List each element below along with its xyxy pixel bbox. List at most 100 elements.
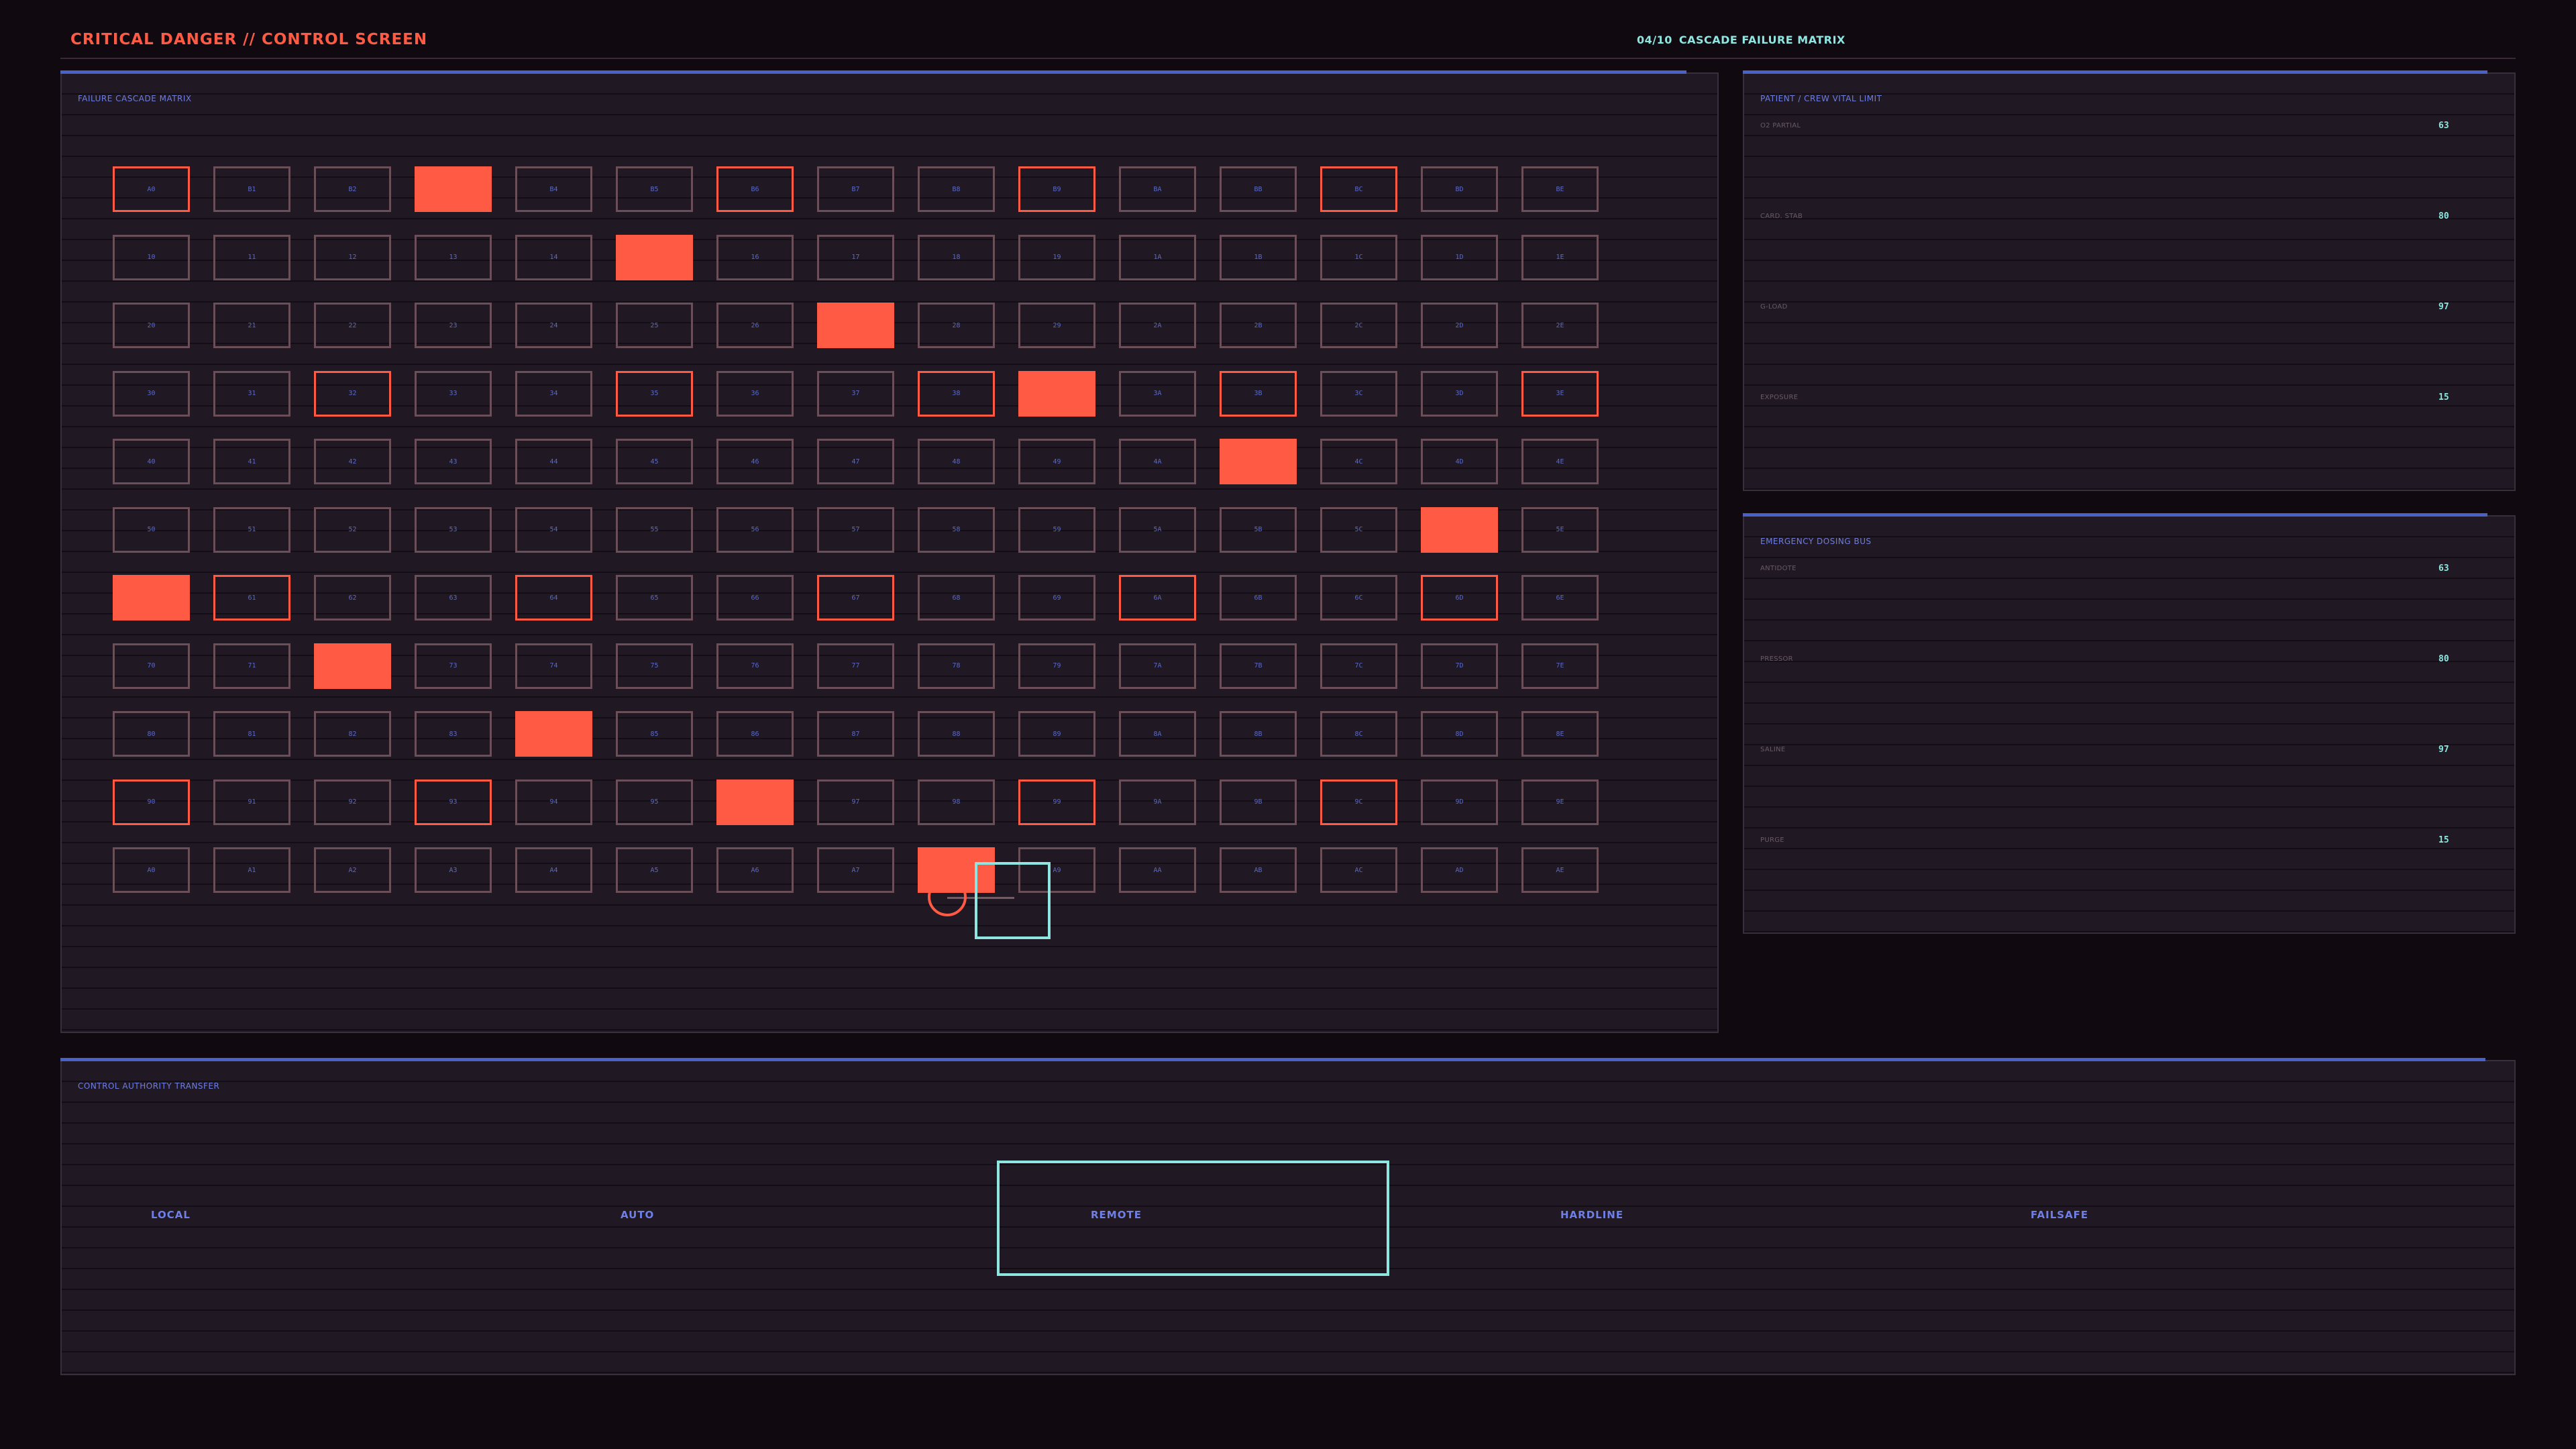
matrix-cell[interactable]: 9A — [1119, 779, 1196, 825]
matrix-cell[interactable]: BB — [1220, 166, 1297, 212]
matrix-cell[interactable]: 6E — [1521, 575, 1599, 621]
matrix-cell[interactable]: B5 — [616, 166, 693, 212]
matrix-cell[interactable]: B7 — [817, 166, 894, 212]
matrix-cell[interactable]: A1 — [213, 847, 290, 893]
matrix-cell[interactable]: 30 — [113, 370, 190, 417]
mode-option-local[interactable]: LOCAL — [151, 1209, 191, 1221]
matrix-cell[interactable]: 52 — [314, 506, 391, 553]
matrix-cell[interactable]: 9C — [1320, 779, 1397, 825]
matrix-cell[interactable]: 13 — [415, 234, 492, 280]
matrix-cell[interactable]: BD — [1421, 166, 1498, 212]
matrix-cell[interactable]: 11 — [213, 234, 290, 280]
matrix-cell[interactable]: 94 — [515, 779, 592, 825]
matrix-cell[interactable]: 14 — [515, 234, 592, 280]
matrix-cell[interactable]: 69 — [1018, 575, 1095, 621]
matrix-cell[interactable]: 1D — [1421, 234, 1498, 280]
matrix-cell[interactable]: 45 — [616, 439, 693, 484]
matrix-cell[interactable]: 2D — [1421, 303, 1498, 348]
matrix-cell[interactable]: 3E — [1521, 370, 1599, 417]
matrix-cell[interactable]: 8E — [1521, 711, 1599, 757]
matrix-cell[interactable]: 53 — [415, 506, 492, 553]
matrix-cell[interactable]: 3D — [1421, 370, 1498, 417]
matrix-cell[interactable]: 34 — [515, 370, 592, 417]
matrix-cell[interactable]: 38 — [918, 370, 995, 417]
matrix-cell[interactable]: BA — [1119, 166, 1196, 212]
matrix-cell[interactable]: 7E — [1521, 643, 1599, 689]
matrix-cell[interactable]: 68 — [918, 575, 995, 621]
matrix-cell[interactable]: 29 — [1018, 303, 1095, 348]
matrix-cell[interactable]: 63 — [415, 575, 492, 621]
matrix-cell[interactable]: 8C — [1320, 711, 1397, 757]
matrix-cell[interactable]: 8D — [1421, 711, 1498, 757]
matrix-cell[interactable]: 59 — [1018, 506, 1095, 553]
matrix-cell[interactable]: 86 — [716, 711, 794, 757]
mode-option-hardline[interactable]: HARDLINE — [1560, 1209, 1623, 1221]
matrix-cell[interactable]: 43 — [415, 439, 492, 484]
matrix-cell[interactable]: 1E — [1521, 234, 1599, 280]
matrix-cell[interactable]: 1C — [1320, 234, 1397, 280]
matrix-cell[interactable]: BC — [1320, 166, 1397, 212]
matrix-cell[interactable]: 7D — [1421, 643, 1498, 689]
matrix-cell[interactable]: 58 — [918, 506, 995, 553]
matrix-cell[interactable] — [314, 643, 391, 689]
matrix-cell[interactable]: 37 — [817, 370, 894, 417]
matrix-cell[interactable]: 2B — [1220, 303, 1297, 348]
matrix-cell[interactable]: 56 — [716, 506, 794, 553]
matrix-cell[interactable]: 7A — [1119, 643, 1196, 689]
matrix-cell[interactable]: 22 — [314, 303, 391, 348]
matrix-cell[interactable]: AC — [1320, 847, 1397, 893]
matrix-cell[interactable]: 57 — [817, 506, 894, 553]
matrix-cell[interactable]: 6D — [1421, 575, 1498, 621]
matrix-cell[interactable]: B4 — [515, 166, 592, 212]
matrix-cell[interactable]: 73 — [415, 643, 492, 689]
matrix-cell[interactable]: 5E — [1521, 506, 1599, 553]
matrix-cell[interactable]: 79 — [1018, 643, 1095, 689]
matrix-cell[interactable]: A0 — [113, 166, 190, 212]
matrix-cell[interactable]: 2C — [1320, 303, 1397, 348]
matrix-cell[interactable]: 81 — [213, 711, 290, 757]
matrix-cell[interactable]: 8B — [1220, 711, 1297, 757]
matrix-cell[interactable]: 54 — [515, 506, 592, 553]
matrix-cell[interactable]: 61 — [213, 575, 290, 621]
matrix-cell[interactable]: 23 — [415, 303, 492, 348]
matrix-cell[interactable]: AA — [1119, 847, 1196, 893]
matrix-cell[interactable]: 77 — [817, 643, 894, 689]
matrix-cell[interactable]: 90 — [113, 779, 190, 825]
matrix-cell[interactable]: 5B — [1220, 506, 1297, 553]
matrix-cell[interactable]: 66 — [716, 575, 794, 621]
matrix-cell[interactable]: B6 — [716, 166, 794, 212]
matrix-cell[interactable]: 4D — [1421, 439, 1498, 484]
matrix-cell[interactable] — [1018, 370, 1095, 417]
matrix-cell[interactable]: A3 — [415, 847, 492, 893]
matrix-cell[interactable]: 9D — [1421, 779, 1498, 825]
matrix-cell[interactable]: 31 — [213, 370, 290, 417]
matrix-cell[interactable]: A4 — [515, 847, 592, 893]
matrix-cell[interactable]: 78 — [918, 643, 995, 689]
matrix-cell[interactable]: 67 — [817, 575, 894, 621]
matrix-cell[interactable]: 97 — [817, 779, 894, 825]
matrix-cell[interactable] — [1421, 506, 1498, 553]
matrix-cell[interactable]: 83 — [415, 711, 492, 757]
matrix-cell[interactable]: 6C — [1320, 575, 1397, 621]
matrix-cell[interactable]: 4A — [1119, 439, 1196, 484]
matrix-cell[interactable]: 7C — [1320, 643, 1397, 689]
matrix-cell[interactable]: 82 — [314, 711, 391, 757]
matrix-cell[interactable] — [716, 779, 794, 825]
matrix-cell[interactable]: B2 — [314, 166, 391, 212]
matrix-cell[interactable]: 25 — [616, 303, 693, 348]
matrix-cell[interactable]: B1 — [213, 166, 290, 212]
matrix-cell[interactable]: 99 — [1018, 779, 1095, 825]
matrix-cell[interactable]: A2 — [314, 847, 391, 893]
matrix-cell[interactable] — [616, 234, 693, 280]
matrix-cell[interactable]: AD — [1421, 847, 1498, 893]
matrix-cell[interactable]: 32 — [314, 370, 391, 417]
matrix-cell[interactable]: 47 — [817, 439, 894, 484]
matrix-cell[interactable]: 19 — [1018, 234, 1095, 280]
matrix-cell[interactable]: 8A — [1119, 711, 1196, 757]
matrix-cell[interactable] — [817, 303, 894, 348]
matrix-cell[interactable]: B9 — [1018, 166, 1095, 212]
mode-option-auto[interactable]: AUTO — [621, 1209, 654, 1221]
matrix-cell[interactable]: 50 — [113, 506, 190, 553]
matrix-cell[interactable]: 40 — [113, 439, 190, 484]
matrix-cell[interactable]: 48 — [918, 439, 995, 484]
